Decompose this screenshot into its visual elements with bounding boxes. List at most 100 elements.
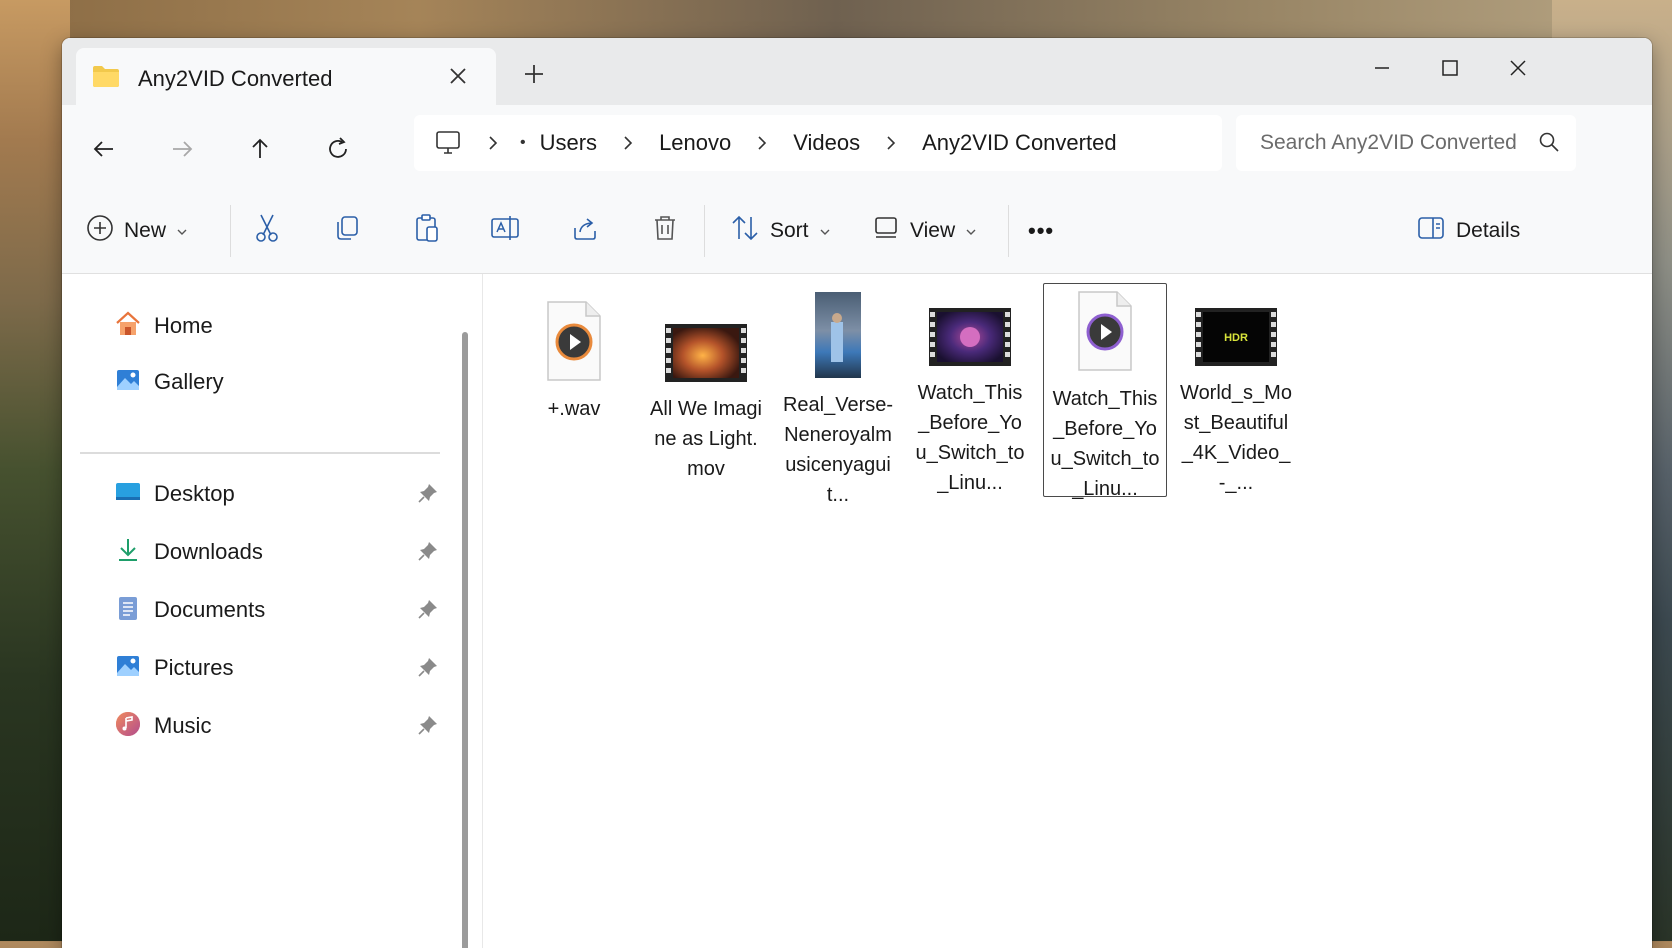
close-tab-icon[interactable]	[446, 64, 470, 88]
cut-button[interactable]	[246, 209, 288, 253]
breadcrumb-users[interactable]: Users	[526, 130, 611, 156]
chevron-right-icon[interactable]	[619, 134, 637, 152]
sidebar-item-desktop[interactable]: Desktop	[114, 474, 235, 514]
file-name: +.wav	[547, 398, 601, 420]
tab-any2vid-converted[interactable]: Any2VID Converted	[76, 48, 496, 105]
file-name: All We Imagine as Light.mov	[650, 398, 762, 480]
pin-icon[interactable]	[417, 656, 439, 683]
video-thumbnail: HDR	[1195, 292, 1277, 366]
pin-icon[interactable]	[417, 598, 439, 625]
file-name: Watch_This_Before_You_Switch_to_Linu...	[1050, 388, 1160, 500]
add-circle-icon	[86, 214, 114, 248]
copy-icon	[333, 214, 361, 248]
documents-icon	[114, 594, 142, 627]
chevron-right-icon[interactable]	[484, 134, 502, 152]
close-window-button[interactable]	[1488, 48, 1548, 88]
sidebar-item-music[interactable]: Music	[114, 706, 211, 746]
view-label: View	[910, 219, 956, 242]
sidebar-item-downloads[interactable]: Downloads	[114, 532, 263, 572]
breadcrumb[interactable]: • Users Lenovo Videos Any2VID Converted	[414, 115, 1222, 171]
file-item[interactable]: +.wav	[513, 286, 635, 498]
breadcrumb-videos[interactable]: Videos	[779, 130, 874, 156]
file-name: World_s_Most_Beautiful_4K_Video_-_...	[1180, 382, 1292, 494]
search-input[interactable]: Search Any2VID Converted	[1236, 115, 1576, 171]
navigation-pane: Home Gallery Desktop Downloads Documents…	[62, 274, 482, 948]
new-label: New	[124, 219, 167, 242]
this-pc-icon[interactable]	[434, 130, 462, 156]
sidebar-label: Gallery	[154, 369, 224, 394]
details-pane-button[interactable]: Details	[1416, 209, 1520, 253]
trash-icon	[652, 214, 678, 248]
desktop-icon	[114, 478, 142, 511]
details-pane-icon	[1416, 215, 1446, 247]
tab-title: Any2VID Converted	[138, 66, 333, 91]
sort-icon	[730, 214, 760, 248]
home-icon	[114, 310, 142, 343]
more-options-button[interactable]: •••	[1028, 209, 1054, 253]
up-button[interactable]	[240, 129, 280, 169]
sidebar-label: Music	[154, 713, 212, 738]
desktop-wallpaper	[0, 0, 1672, 40]
video-thumbnail	[815, 292, 861, 378]
maximize-button[interactable]	[1420, 48, 1480, 88]
minimize-button[interactable]	[1352, 48, 1412, 88]
file-item[interactable]: HDR World_s_Most_Beautiful_4K_Video_-_..…	[1175, 286, 1297, 498]
copy-button[interactable]	[326, 209, 368, 253]
chevron-down-icon	[965, 219, 977, 243]
forward-button[interactable]	[162, 129, 202, 169]
title-bar: Any2VID Converted	[62, 38, 1652, 105]
sidebar-label: Documents	[154, 597, 266, 622]
paste-button[interactable]	[406, 209, 448, 253]
hdr-badge: HDR	[1224, 332, 1248, 344]
view-button[interactable]: View	[872, 209, 977, 253]
command-bar: New Sort View ••• Details	[62, 189, 1652, 274]
sort-button[interactable]: Sort	[730, 209, 831, 253]
rename-button[interactable]	[484, 209, 526, 253]
file-item[interactable]: All We Imagine as Light.mov	[645, 286, 767, 498]
gallery-icon	[114, 366, 142, 399]
clipboard-icon	[413, 213, 441, 249]
toolbar-divider	[1008, 205, 1009, 257]
back-button[interactable]	[84, 129, 124, 169]
sidebar-item-home[interactable]: Home	[114, 306, 213, 346]
pin-icon[interactable]	[417, 482, 439, 509]
file-explorer-window: Any2VID Converted • Users Lenovo Videos …	[62, 38, 1652, 948]
sidebar-label: Pictures	[154, 655, 234, 680]
pin-icon[interactable]	[417, 714, 439, 741]
new-tab-button[interactable]	[522, 62, 546, 86]
refresh-button[interactable]	[318, 129, 358, 169]
downloads-icon	[114, 536, 142, 569]
rename-icon	[490, 214, 520, 248]
video-thumbnail	[929, 292, 1011, 366]
chevron-right-icon[interactable]	[753, 134, 771, 152]
sidebar-label: Desktop	[154, 481, 235, 506]
breadcrumb-lenovo[interactable]: Lenovo	[645, 130, 745, 156]
sidebar-item-pictures[interactable]: Pictures	[114, 648, 233, 688]
toolbar-divider	[230, 205, 231, 257]
address-bar: • Users Lenovo Videos Any2VID Converted …	[62, 105, 1652, 190]
chevron-right-icon[interactable]	[882, 134, 900, 152]
file-item[interactable]: Real_Verse-Neneroyalmusicenyaguit...	[777, 286, 899, 506]
chevron-down-icon	[819, 219, 831, 243]
sidebar-item-documents[interactable]: Documents	[114, 590, 265, 630]
file-list-pane: +.wav All We Imagine as Light.mov Real_V…	[482, 274, 1652, 948]
pin-icon[interactable]	[417, 540, 439, 567]
file-item[interactable]: Watch_This_Before_You_Switch_to_Linu...	[909, 286, 1031, 498]
desktop-wallpaper-left	[0, 0, 70, 941]
search-placeholder: Search Any2VID Converted	[1260, 131, 1517, 154]
delete-button[interactable]	[644, 209, 686, 253]
sidebar-scrollbar[interactable]	[462, 332, 468, 948]
file-item-selected[interactable]: Watch_This_Before_You_Switch_to_Linu...	[1043, 283, 1167, 500]
scissors-icon	[253, 213, 281, 249]
sidebar-item-gallery[interactable]: Gallery	[114, 362, 224, 402]
new-button[interactable]: New	[86, 209, 188, 253]
folder-icon	[92, 64, 120, 93]
details-label: Details	[1456, 219, 1521, 242]
sort-label: Sort	[770, 219, 809, 242]
share-icon	[571, 214, 599, 248]
sidebar-label: Home	[154, 313, 213, 338]
breadcrumb-current-folder[interactable]: Any2VID Converted	[908, 130, 1130, 156]
search-icon[interactable]	[1538, 131, 1560, 158]
share-button[interactable]	[564, 209, 606, 253]
music-icon	[114, 710, 142, 743]
